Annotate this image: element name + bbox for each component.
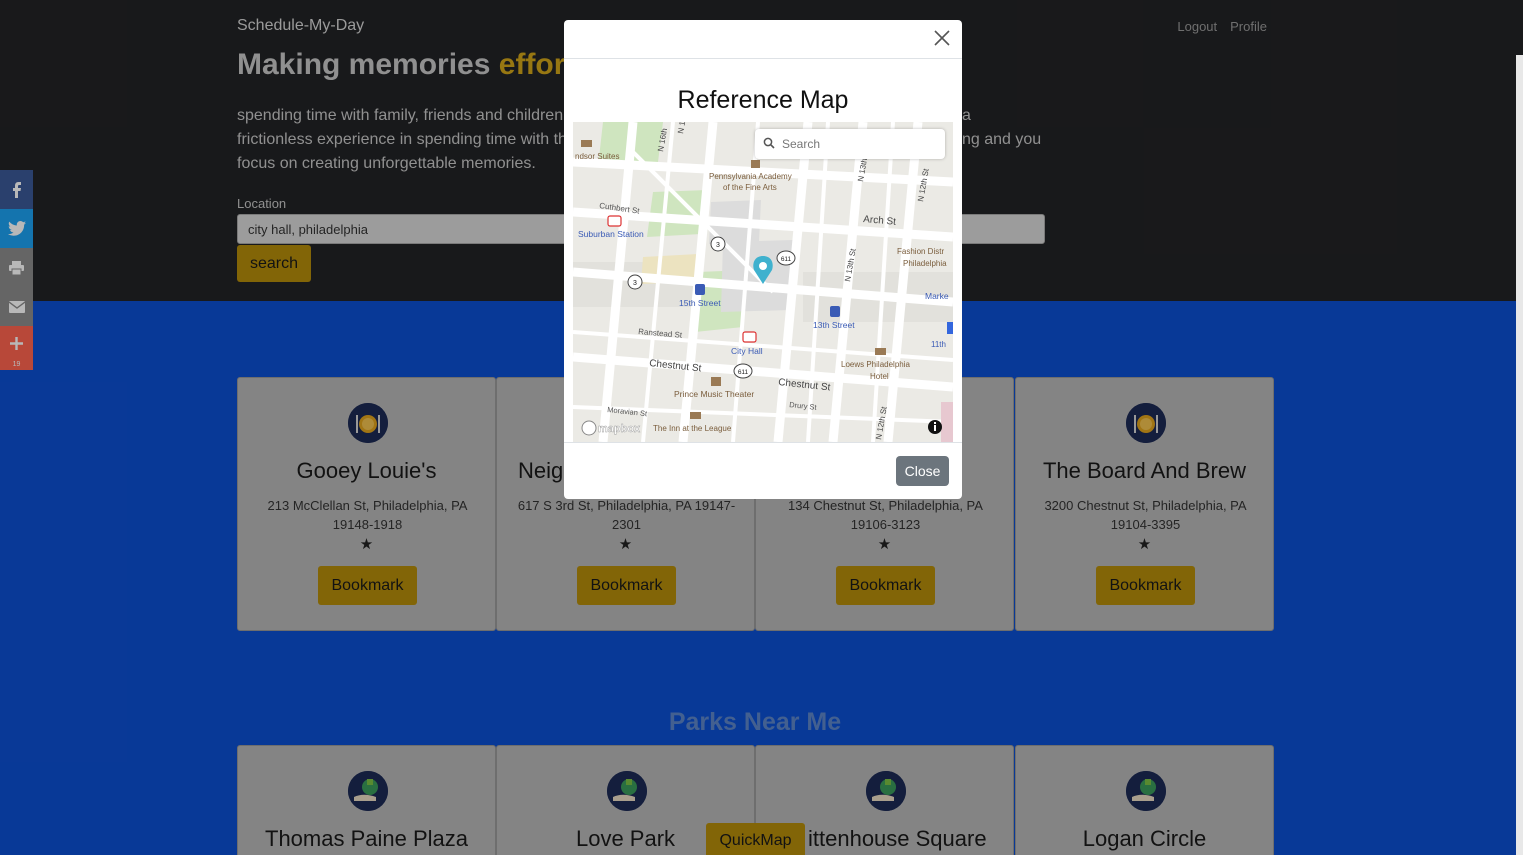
map-label-fashion-2: Philadelphia xyxy=(903,259,947,268)
quickmap-button[interactable]: QuickMap xyxy=(706,823,805,855)
email-share-button[interactable] xyxy=(0,287,33,326)
more-share-button[interactable]: 19 xyxy=(0,326,33,370)
park-title: ittenhouse Square xyxy=(808,826,987,851)
map-label-city-hall: City Hall xyxy=(731,346,763,356)
tagline-fragment: a ng and you xyxy=(962,107,1042,148)
hotel-icon xyxy=(875,348,886,355)
theater-icon xyxy=(711,377,721,386)
share-count: 19 xyxy=(12,361,21,368)
map-label-13th-street: 13th Street xyxy=(813,320,855,330)
park-title: Logan Circle xyxy=(1082,826,1207,851)
restaurant-card: Gooey Louie's 213 McClellan St, Philadel… xyxy=(237,377,496,631)
subway-icon xyxy=(695,284,705,295)
hotel-icon xyxy=(581,140,592,147)
map-label-fashion: Fashion Distr xyxy=(897,247,944,256)
brand-logo[interactable]: Schedule-My-Day xyxy=(237,17,364,35)
restaurant-title: Gooey Louie's xyxy=(296,458,437,483)
park-card: Logan Circle xyxy=(1015,745,1274,855)
search-button[interactable]: search xyxy=(237,245,311,282)
route-3-label: 3 xyxy=(716,242,720,249)
map-search-input[interactable]: Search xyxy=(782,137,820,151)
map-label-prince: Prince Music Theater xyxy=(674,389,754,399)
hotel-icon xyxy=(690,412,701,419)
headline: Making memories effort xyxy=(237,48,576,81)
scrollbar[interactable] xyxy=(1516,55,1523,855)
reference-map[interactable]: ndsor Suites Pennsylvania Academy of the… xyxy=(573,122,953,442)
nav-links: Logout Profile xyxy=(1177,19,1267,34)
rating-star: ★ xyxy=(359,536,374,553)
restaurant-address: 3200 Chestnut St, Philadelphia, PA 19104… xyxy=(1044,498,1247,532)
route-3-label-2: 3 xyxy=(633,280,637,287)
route-611-label-2: 611 xyxy=(738,369,749,376)
park-icon xyxy=(607,771,647,811)
map-label-loews: Loews Philadelphia xyxy=(841,360,910,369)
plus-icon xyxy=(10,336,23,350)
rating-star: ★ xyxy=(877,536,892,553)
map-search-box[interactable]: Search xyxy=(755,129,945,159)
map-label-loews-2: Hotel xyxy=(870,372,889,381)
subway-icon xyxy=(830,306,840,317)
museum-icon xyxy=(751,160,760,168)
parks-heading: Parks Near Me xyxy=(668,708,842,736)
profile-link[interactable]: Profile xyxy=(1230,19,1267,34)
map-label-market: Marke xyxy=(925,291,949,301)
map-label-pafa-2: of the Fine Arts xyxy=(723,183,777,192)
restaurant-card: The Board And Brew 3200 Chestnut St, Phi… xyxy=(1015,377,1274,631)
park-icon xyxy=(348,771,388,811)
print-icon xyxy=(9,260,24,275)
bookmark-button[interactable]: Bookmark xyxy=(836,566,935,605)
restaurant-icon xyxy=(348,403,388,443)
map-label-windsor: ndsor Suites xyxy=(575,152,619,161)
park-card: Thomas Paine Plaza xyxy=(237,745,496,855)
mapbox-logo-text: mapbox xyxy=(598,423,641,435)
share-rail: 19 xyxy=(0,170,33,370)
septa-icon xyxy=(607,215,622,227)
restaurant-address: 134 Chestnut St, Philadelphia, PA 19106-… xyxy=(788,498,983,532)
restaurant-title: The Board And Brew xyxy=(1042,458,1246,483)
print-share-button[interactable] xyxy=(0,248,33,287)
close-button[interactable]: Close xyxy=(896,456,949,486)
restaurant-address: 617 S 3rd St, Philadelphia, PA 19147-230… xyxy=(517,498,736,532)
bookmark-button[interactable]: Bookmark xyxy=(577,566,676,605)
logout-link[interactable]: Logout xyxy=(1177,19,1217,34)
close-icon[interactable] xyxy=(932,28,952,48)
twitter-icon xyxy=(7,221,26,236)
park-title: Thomas Paine Plaza xyxy=(265,826,468,851)
bookmark-button[interactable]: Bookmark xyxy=(1096,566,1195,605)
reference-map-modal: Reference Map ndsor Suites Pennsylvania … xyxy=(564,20,962,499)
map-label-15th-street: 15th Street xyxy=(679,298,721,308)
modal-title: Reference Map xyxy=(677,86,849,114)
modal-footer: Close xyxy=(564,442,962,499)
septa-icon xyxy=(742,331,757,343)
map-label-inn: The Inn at the League xyxy=(653,424,732,433)
modal-header xyxy=(564,20,962,59)
rating-star: ★ xyxy=(618,536,633,553)
map-label-pafa: Pennsylvania Academy xyxy=(709,172,792,181)
map-label-suburban: Suburban Station xyxy=(578,229,644,239)
facebook-share-button[interactable] xyxy=(0,170,33,209)
email-icon xyxy=(8,300,25,313)
map-label-11th: 11th xyxy=(931,340,946,349)
park-icon xyxy=(1126,771,1166,811)
route-611-label: 611 xyxy=(781,256,792,263)
search-icon xyxy=(763,137,775,149)
location-label: Location xyxy=(237,196,287,211)
map-canvas[interactable]: ndsor Suites Pennsylvania Academy of the… xyxy=(573,122,953,442)
rating-star: ★ xyxy=(1137,536,1152,553)
restaurant-address: 213 McClellan St, Philadelphia, PA 19148… xyxy=(267,498,468,532)
restaurant-icon xyxy=(1126,403,1166,443)
bookmark-button[interactable]: Bookmark xyxy=(318,566,417,605)
mapbox-logo-icon xyxy=(581,420,597,436)
park-icon xyxy=(866,771,906,811)
facebook-icon xyxy=(12,181,21,198)
twitter-share-button[interactable] xyxy=(0,209,33,248)
